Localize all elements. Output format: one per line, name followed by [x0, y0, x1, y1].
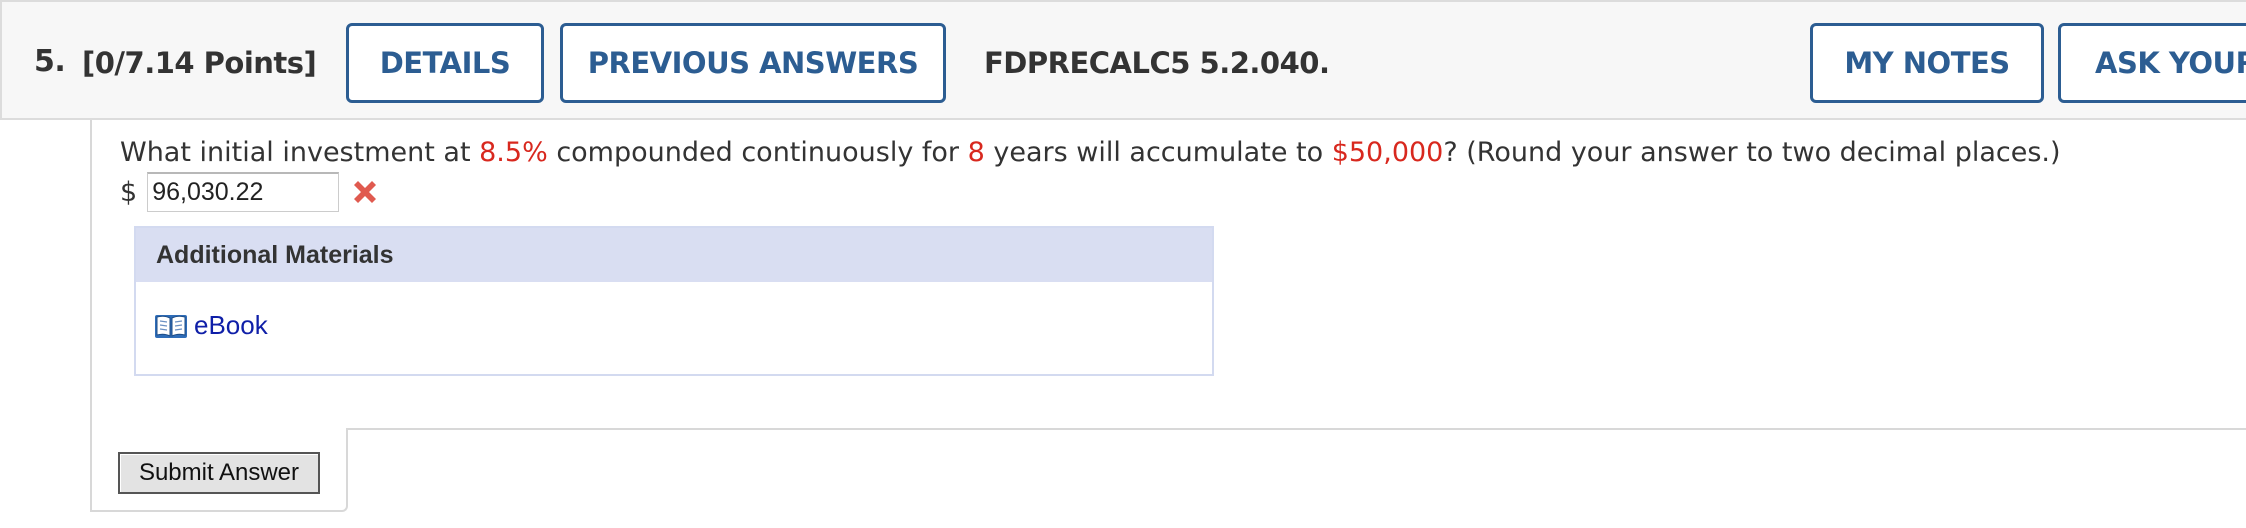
question-text-part2: compounded continuously for: [547, 137, 968, 168]
question-rate: 8.5%: [479, 137, 548, 168]
question-points: [0/7.14 Points]: [82, 46, 317, 80]
question-text-part3: years will accumulate to: [984, 137, 1332, 168]
additional-materials-panel: Additional Materials eBook: [134, 226, 1214, 376]
ebook-link[interactable]: eBook: [154, 310, 268, 341]
question-text-part4: ? (Round your answer to two decimal plac…: [1443, 137, 2061, 168]
question-number: 5.: [34, 44, 66, 79]
ebook-label: eBook: [194, 310, 268, 340]
details-button[interactable]: DETAILS: [346, 23, 544, 103]
question-years: 8: [967, 137, 985, 168]
answer-input[interactable]: [147, 172, 340, 212]
section-divider: [348, 428, 2246, 430]
question-header: 5. [0/7.14 Points] DETAILS PREVIOUS ANSW…: [0, 0, 2246, 120]
my-notes-button[interactable]: MY NOTES: [1810, 23, 2044, 103]
question-page: 5. [0/7.14 Points] DETAILS PREVIOUS ANSW…: [0, 0, 2246, 528]
ask-your-teacher-button[interactable]: ASK YOUR: [2058, 23, 2246, 103]
additional-materials-header: Additional Materials: [136, 228, 1212, 282]
submit-answer-button[interactable]: Submit Answer: [118, 452, 320, 494]
currency-symbol: $: [120, 176, 138, 208]
incorrect-x-icon: [354, 181, 377, 203]
question-text: What initial investment at 8.5% compound…: [120, 137, 2061, 168]
question-text-part1: What initial investment at: [120, 137, 480, 168]
question-code: FDPRECALC5 5.2.040.: [984, 46, 1330, 80]
answer-row: $: [120, 172, 381, 212]
question-amount: $50,000: [1331, 137, 1444, 168]
previous-answers-button[interactable]: PREVIOUS ANSWERS: [560, 23, 946, 103]
book-icon: [155, 314, 187, 338]
